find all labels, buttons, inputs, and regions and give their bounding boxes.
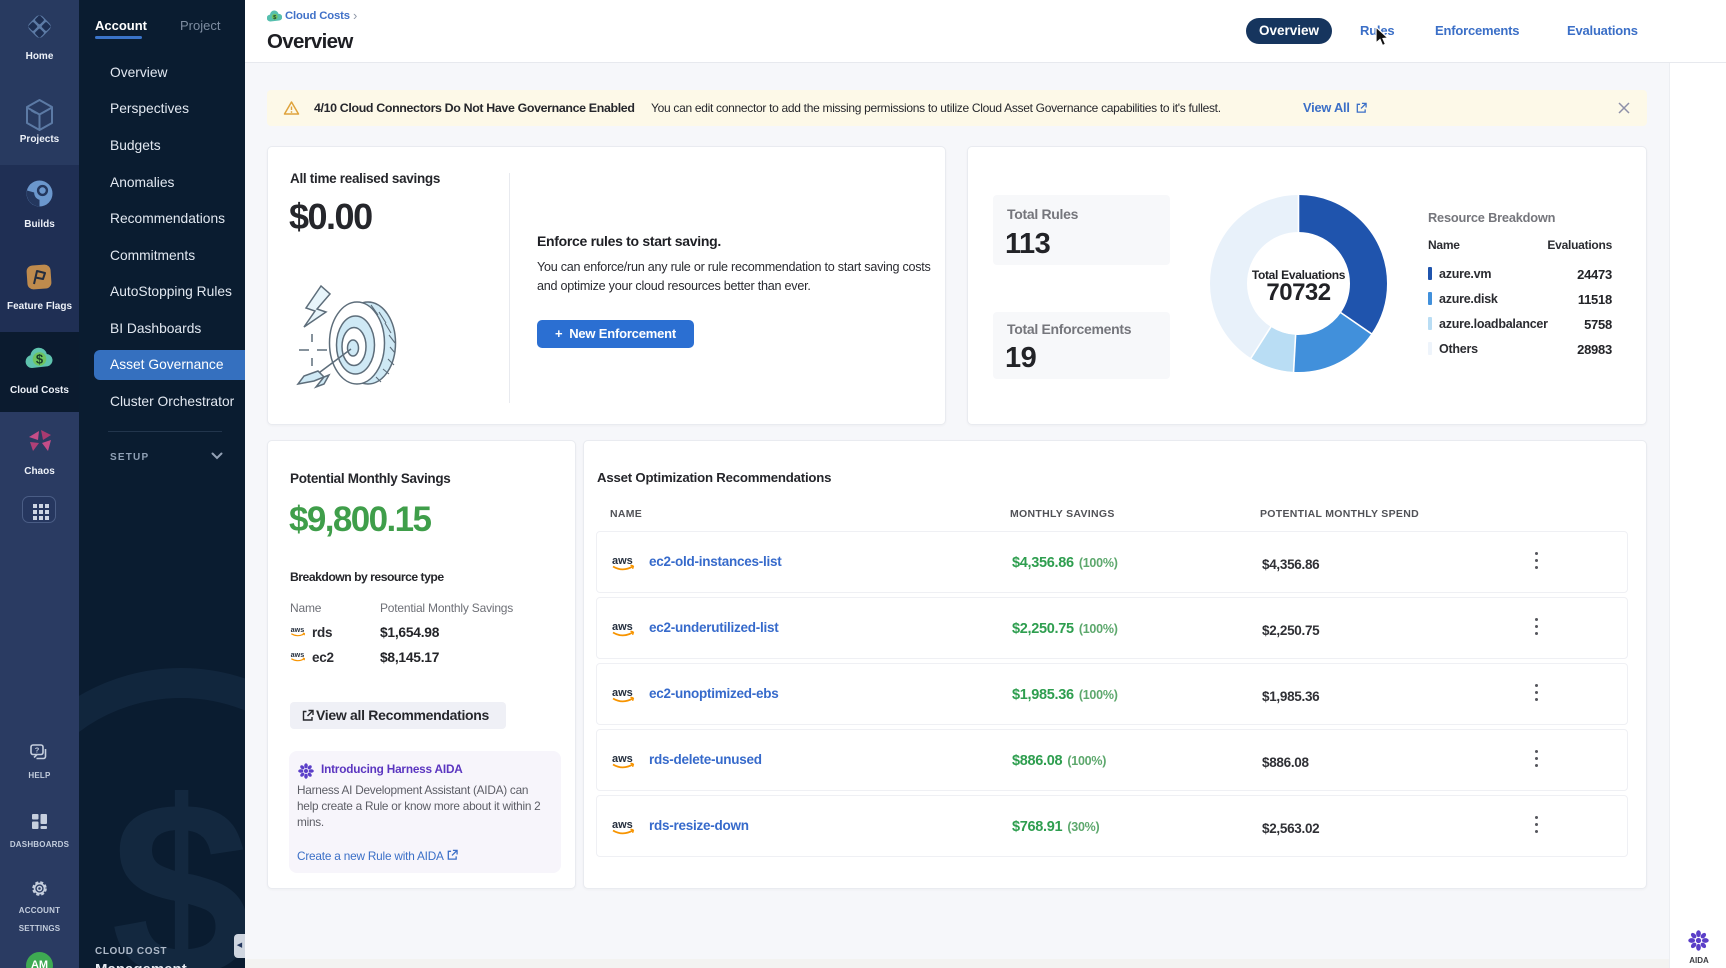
svg-text:$: $: [36, 352, 44, 367]
svg-text:?: ?: [35, 746, 40, 755]
